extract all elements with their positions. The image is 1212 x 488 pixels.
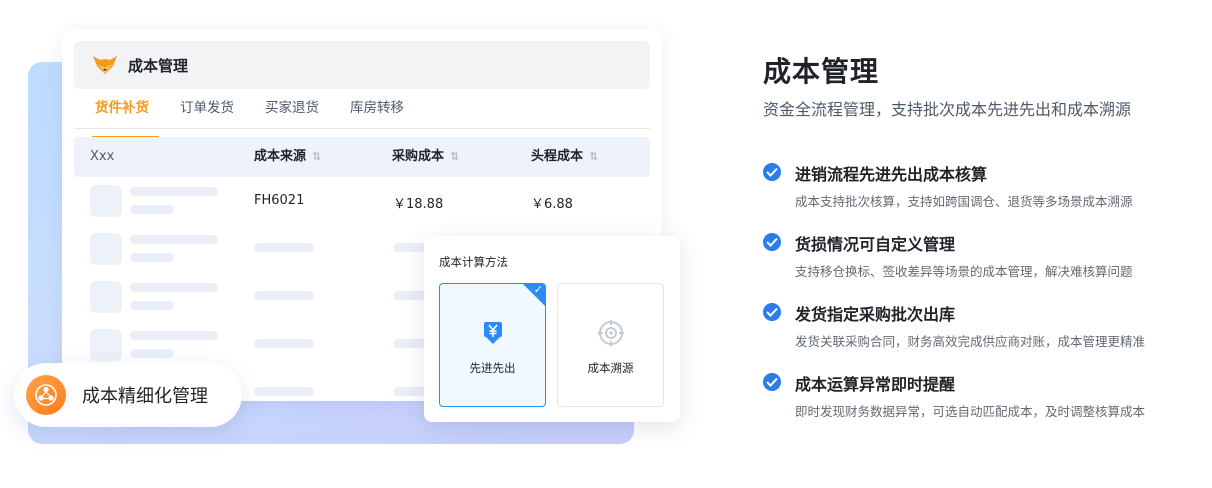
product-thumbnail bbox=[90, 329, 122, 361]
yen-download-icon bbox=[483, 322, 502, 344]
section-title: 成本管理 bbox=[763, 55, 880, 88]
skeleton-text bbox=[130, 331, 218, 340]
skeleton-text bbox=[254, 291, 314, 300]
option-cost-trace[interactable]: 成本溯源 bbox=[557, 283, 664, 407]
target-icon bbox=[597, 320, 624, 346]
feature-description: 即时发现财务数据异常，可选自动匹配成本，及时调整核算成本 bbox=[795, 404, 1146, 419]
refined-cost-badge: 成本精细化管理 bbox=[14, 363, 242, 427]
column-header-xxx: Xxx bbox=[90, 149, 115, 164]
check-circle-icon bbox=[763, 163, 781, 181]
tab-bar: 货件补货 订单发货 买家退货 库房转移 bbox=[74, 97, 650, 138]
sort-icon[interactable]: ⇅ bbox=[450, 150, 459, 163]
table-header: Xxx 成本来源 ⇅ 采购成本 ⇅ 头程成本 ⇅ bbox=[74, 137, 650, 177]
option-label: 先进先出 bbox=[469, 361, 516, 375]
column-header-purchase-cost[interactable]: 采购成本 ⇅ bbox=[392, 137, 459, 177]
product-thumbnail bbox=[90, 233, 122, 265]
tab-shipment-replenish[interactable]: 货件补货 bbox=[74, 97, 159, 138]
check-circle-icon bbox=[763, 373, 781, 391]
check-circle-icon bbox=[763, 233, 781, 251]
skeleton-text bbox=[130, 205, 174, 214]
tab-buyer-return[interactable]: 买家退货 bbox=[244, 97, 329, 128]
cell-cost-source: FH6021 bbox=[254, 193, 305, 208]
fox-logo-icon bbox=[93, 56, 117, 74]
tab-warehouse-transfer[interactable]: 库房转移 bbox=[329, 97, 414, 128]
cost-method-popup: 成本计算方法 ✓ 先进先出 成本溯源 bbox=[424, 236, 680, 422]
check-icon: ✓ bbox=[533, 283, 543, 296]
check-circle-icon bbox=[763, 303, 781, 321]
skeleton-text bbox=[130, 301, 174, 310]
option-label: 成本溯源 bbox=[587, 361, 634, 375]
feature-title: 发货指定采购批次出库 bbox=[795, 305, 956, 324]
skeleton-text bbox=[130, 283, 218, 292]
sort-icon[interactable]: ⇅ bbox=[589, 150, 598, 163]
skeleton-text bbox=[254, 243, 314, 252]
product-thumbnail bbox=[90, 185, 122, 217]
skeleton-text bbox=[130, 187, 218, 196]
column-header-freight-cost[interactable]: 头程成本 ⇅ bbox=[531, 137, 598, 177]
section-subtitle: 资金全流程管理，支持批次成本先进先出和成本溯源 bbox=[763, 100, 1132, 119]
skeleton-text bbox=[130, 253, 174, 262]
skeleton-text bbox=[254, 387, 314, 396]
feature-title: 成本运算异常即时提醒 bbox=[795, 375, 956, 394]
feature-description: 支持移仓换标、签收差异等场景的成本管理，解决难核算问题 bbox=[795, 264, 1133, 279]
feature-title: 货损情况可自定义管理 bbox=[795, 235, 956, 254]
tab-order-ship[interactable]: 订单发货 bbox=[159, 97, 244, 128]
feature-description: 发货关联采购合同，财务高效完成供应商对账，成本管理更精准 bbox=[795, 334, 1146, 349]
cell-freight-cost: ￥6.88 bbox=[531, 197, 573, 212]
sort-icon[interactable]: ⇅ bbox=[312, 150, 321, 163]
feature-title: 进销流程先进先出成本核算 bbox=[795, 165, 988, 184]
popup-title: 成本计算方法 bbox=[439, 255, 508, 269]
skeleton-text bbox=[254, 339, 314, 348]
cell-purchase-cost: ￥18.88 bbox=[393, 197, 444, 212]
column-header-cost-source[interactable]: 成本来源 ⇅ bbox=[254, 137, 321, 177]
card-title: 成本管理 bbox=[128, 56, 189, 75]
badge-label: 成本精细化管理 bbox=[82, 386, 208, 407]
skeleton-text bbox=[130, 349, 174, 358]
option-fifo[interactable]: ✓ 先进先出 bbox=[439, 283, 546, 407]
network-icon bbox=[26, 375, 66, 415]
skeleton-text bbox=[130, 235, 218, 244]
card-header: 成本管理 bbox=[74, 41, 650, 89]
product-thumbnail bbox=[90, 281, 122, 313]
feature-description: 成本支持批次核算，支持如跨国调仓、退货等多场景成本溯源 bbox=[795, 194, 1133, 209]
